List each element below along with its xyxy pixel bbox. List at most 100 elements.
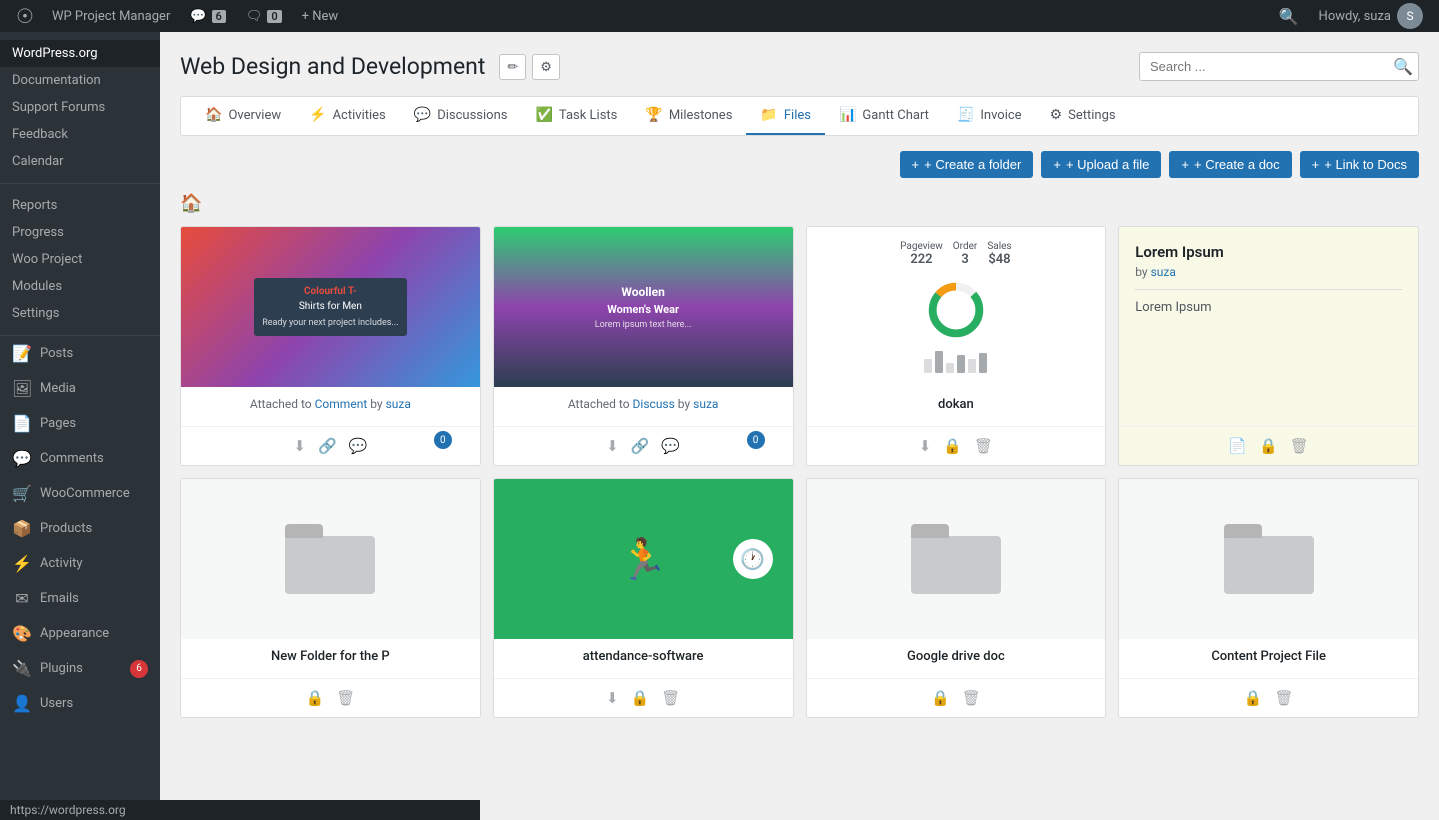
- lock-icon-google-drive[interactable]: 🔒: [931, 689, 950, 707]
- sidebar-item-comments[interactable]: 💬 Comments: [0, 441, 160, 476]
- delete-icon-content-project[interactable]: 🗑: [1274, 689, 1293, 707]
- sidebar-item-pages[interactable]: 📄 Pages: [0, 406, 160, 441]
- doc-icon-lorem[interactable]: 📄: [1228, 437, 1247, 455]
- doc-title-lorem: Lorem Ipsum: [1135, 243, 1402, 261]
- upload-file-button[interactable]: + + Upload a file: [1041, 151, 1161, 178]
- breadcrumb: 🏠: [180, 193, 1419, 214]
- sidebar-item-documentation[interactable]: Documentation: [0, 67, 160, 94]
- tab-settings[interactable]: ⚙ Settings: [1036, 97, 1130, 135]
- sidebar-item-settings[interactable]: Settings: [0, 300, 160, 327]
- edit-project-button[interactable]: ✏: [499, 54, 526, 80]
- doc-text-lorem: Lorem Ipsum: [1135, 300, 1402, 315]
- sidebar-item-calendar[interactable]: Calendar: [0, 148, 160, 175]
- user-link-women[interactable]: suza: [693, 397, 718, 411]
- task-lists-icon: ✅: [535, 107, 552, 123]
- create-folder-button[interactable]: + + Create a folder: [900, 151, 1034, 178]
- plugins-icon: 🔌: [12, 659, 32, 678]
- link-icon-women[interactable]: 🔗: [631, 437, 650, 455]
- sidebar-item-appearance[interactable]: 🎨 Appearance: [0, 616, 160, 651]
- sidebar-item-wordpress-org[interactable]: WordPress.org: [0, 40, 160, 67]
- comment-badge-women: 0: [747, 431, 765, 449]
- sidebar-item-media[interactable]: 🖼 Media: [0, 371, 160, 406]
- tab-overview[interactable]: 🏠 Overview: [191, 97, 295, 135]
- file-actions-lorem: 📄 🔒 🗑: [1119, 426, 1418, 465]
- sidebar-item-emails[interactable]: ✉ Emails: [0, 581, 160, 616]
- lock-icon-dokan[interactable]: 🔒: [943, 437, 962, 455]
- activity-icon: ⚡: [12, 554, 32, 573]
- file-preview-new-folder: [181, 479, 480, 639]
- sidebar-item-modules[interactable]: Modules: [0, 273, 160, 300]
- adminbar-new[interactable]: + New: [292, 0, 349, 32]
- delete-icon-attendance[interactable]: 🗑: [661, 689, 680, 707]
- tab-activities[interactable]: ⚡ Activities: [295, 97, 400, 135]
- adminbar-site[interactable]: WP Project Manager: [42, 0, 180, 32]
- delete-icon-google-drive[interactable]: 🗑: [962, 689, 981, 707]
- sidebar-item-plugins[interactable]: 🔌 Plugins 6: [0, 651, 160, 686]
- file-preview-dokan: Pageview 222 Order 3 Sales $48: [807, 227, 1106, 387]
- sidebar-item-woocommerce[interactable]: 🛒 WooCommerce: [0, 476, 160, 511]
- download-icon-women[interactable]: ⬇: [606, 437, 619, 455]
- sidebar-item-progress[interactable]: Progress: [0, 219, 160, 246]
- create-doc-icon: +: [1181, 157, 1189, 172]
- file-card-lorem: Lorem Ipsum by suza Lorem Ipsum 📄 🔒 🗑: [1118, 226, 1419, 466]
- sidebar-item-posts[interactable]: 📝 Posts: [0, 336, 160, 371]
- sidebar-media-label: Media: [40, 381, 76, 396]
- sidebar-item-users[interactable]: 👤 Users: [0, 686, 160, 721]
- tab-gantt-chart[interactable]: 📊 Gantt Chart: [825, 97, 943, 135]
- download-icon-dokan[interactable]: ⬇: [919, 437, 932, 455]
- wp-logo[interactable]: ☉: [8, 4, 42, 28]
- tab-task-lists[interactable]: ✅ Task Lists: [521, 97, 631, 135]
- comment-icon-tshirt[interactable]: 💬: [349, 437, 368, 455]
- discuss-link-women[interactable]: Discuss: [633, 397, 675, 411]
- tab-milestones[interactable]: 🏆 Milestones: [631, 97, 746, 135]
- sidebar-item-activity[interactable]: ⚡ Activity: [0, 546, 160, 581]
- users-icon: 👤: [12, 694, 32, 713]
- sidebar-item-reports[interactable]: Reports: [0, 192, 160, 219]
- user-link-tshirt[interactable]: suza: [386, 397, 411, 411]
- appearance-icon: 🎨: [12, 624, 32, 643]
- tab-files[interactable]: 📁 Files: [746, 97, 825, 135]
- create-doc-button[interactable]: + + Create a doc: [1169, 151, 1291, 178]
- howdy-text: Howdy, suza: [1319, 9, 1391, 24]
- adminbar-howdy[interactable]: Howdy, suza S: [1311, 0, 1431, 32]
- download-icon-tshirt[interactable]: ⬇: [293, 437, 306, 455]
- link-to-docs-button[interactable]: + + Link to Docs: [1300, 151, 1419, 178]
- files-toolbar: + + Create a folder + + Upload a file + …: [180, 151, 1419, 178]
- sidebar-products-label: Products: [40, 521, 92, 536]
- lock-icon-content-project[interactable]: 🔒: [1244, 689, 1263, 707]
- sidebar-item-woo-project[interactable]: Woo Project: [0, 246, 160, 273]
- adminbar-search-icon[interactable]: 🔍: [1267, 7, 1311, 26]
- dokan-bar-1: [924, 359, 932, 373]
- media-icon: 🖼: [12, 379, 32, 398]
- files-icon: 📁: [760, 107, 777, 123]
- adminbar-comments[interactable]: 💬 6: [180, 0, 235, 32]
- search-icon-button[interactable]: 🔍: [1393, 57, 1413, 77]
- file-actions-attendance: ⬇ 🔒 🗑: [494, 678, 793, 717]
- sidebar-users-label: Users: [40, 696, 73, 711]
- project-settings-button[interactable]: ⚙: [532, 54, 560, 80]
- lock-icon-attendance[interactable]: 🔒: [631, 689, 650, 707]
- file-actions-new-folder: 🔒 🗑: [181, 678, 480, 717]
- sidebar: WordPress.org Documentation Support Foru…: [0, 32, 160, 820]
- gantt-icon: 📊: [839, 107, 856, 123]
- tab-discussions[interactable]: 💬 Discussions: [400, 97, 522, 135]
- download-icon-attendance[interactable]: ⬇: [606, 689, 619, 707]
- comment-icon-women[interactable]: 💬: [661, 437, 680, 455]
- adminbar-messages[interactable]: 🗨 0: [236, 0, 292, 32]
- lock-icon-lorem[interactable]: 🔒: [1259, 437, 1278, 455]
- lock-icon-new-folder[interactable]: 🔒: [306, 689, 325, 707]
- tab-invoice[interactable]: 🧾 Invoice: [943, 97, 1036, 135]
- link-icon-tshirt[interactable]: 🔗: [318, 437, 337, 455]
- search-input[interactable]: [1139, 52, 1419, 81]
- delete-icon-new-folder[interactable]: 🗑: [336, 689, 355, 707]
- delete-icon-lorem[interactable]: 🗑: [1290, 437, 1309, 455]
- comment-link-tshirt[interactable]: Comment: [315, 397, 368, 411]
- pages-icon: 📄: [12, 414, 32, 433]
- breadcrumb-home-icon[interactable]: 🏠: [180, 193, 202, 214]
- sidebar-item-products[interactable]: 📦 Products: [0, 511, 160, 546]
- delete-icon-dokan[interactable]: 🗑: [974, 437, 993, 455]
- dokan-stat-pageview: Pageview 222: [900, 241, 943, 267]
- sidebar-item-support-forums[interactable]: Support Forums: [0, 94, 160, 121]
- statusbar: https://wordpress.org: [0, 800, 480, 820]
- sidebar-item-feedback[interactable]: Feedback: [0, 121, 160, 148]
